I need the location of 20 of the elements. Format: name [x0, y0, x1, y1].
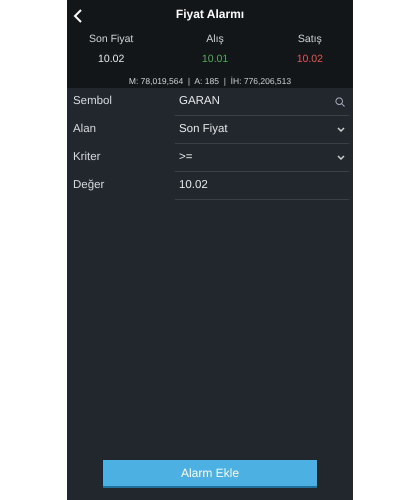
input-field[interactable]: 10.02	[175, 172, 349, 200]
chevron-icon	[337, 155, 345, 160]
back-icon[interactable]	[73, 9, 82, 23]
field-label: Değer	[72, 178, 106, 194]
search-icon[interactable]	[335, 96, 345, 106]
dropdown-field[interactable]: >=	[175, 144, 349, 172]
chevron-icon	[337, 127, 345, 132]
market-stats: M: 78,019,564 | A: 185 | İH: 776,206,513	[128, 75, 292, 88]
price-value: 10.01	[202, 52, 228, 66]
field-label: Sembol	[72, 94, 113, 110]
price-value: 10.02	[296, 52, 323, 66]
field-label: Kriter	[72, 150, 102, 166]
price-label: Son Fiyat	[89, 32, 134, 47]
price-value: 10.02	[98, 52, 124, 66]
dropdown-field[interactable]: Son Fiyat	[175, 116, 349, 144]
screen-title: Fiyat Alarmı	[176, 6, 244, 23]
search-field[interactable]: GARAN	[175, 88, 349, 116]
field-label: Alan	[72, 122, 98, 138]
price-label: Alış	[206, 32, 224, 47]
price-label: Satış	[298, 32, 322, 47]
